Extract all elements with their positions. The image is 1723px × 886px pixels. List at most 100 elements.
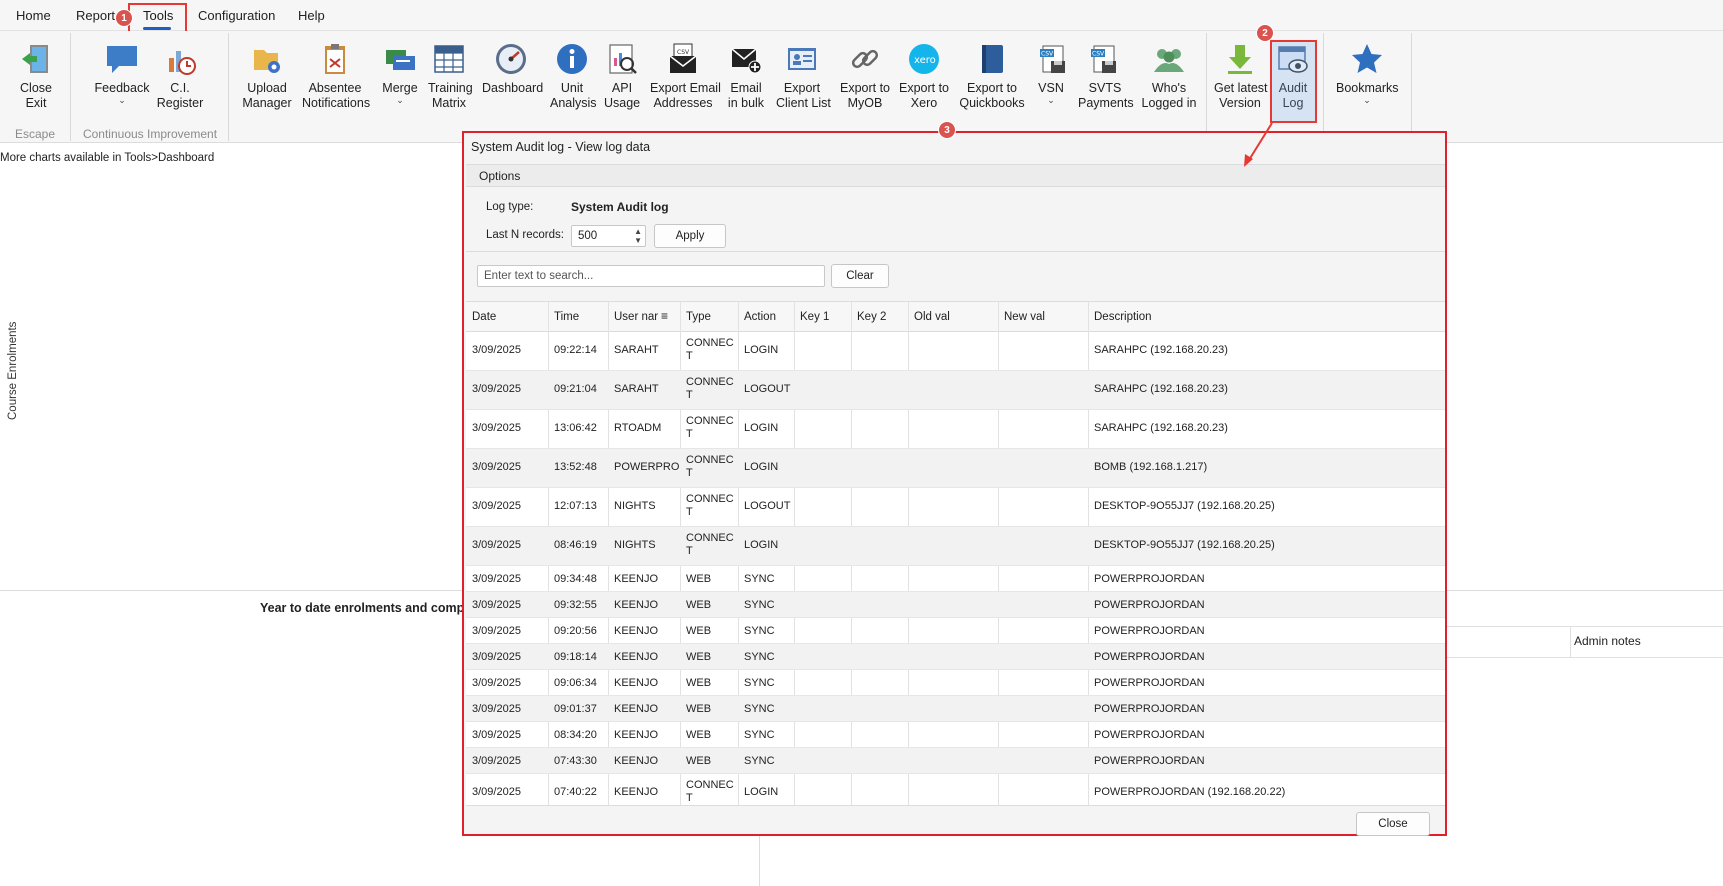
ribbon-separator	[228, 33, 229, 141]
cell-user: RTOADM	[614, 422, 662, 434]
search-input[interactable]: Enter text to search...	[477, 265, 825, 287]
options-menu[interactable]: Options	[479, 169, 520, 183]
cell-action: LOGIN	[744, 461, 779, 473]
filter-icon[interactable]: ≡	[661, 309, 668, 323]
vsn-button[interactable]: CSV VSN ⌄	[1036, 41, 1066, 105]
charts-info-text: More charts available in Tools>Dashboard	[0, 152, 215, 164]
table-row[interactable]: 3/09/2025 09:22:14 SARAHT CONNECT LOGIN SARAH…	[466, 332, 1445, 371]
merge-button[interactable]: Merge ⌄	[380, 41, 420, 105]
clipboard-icon	[317, 41, 353, 77]
get-latest-version-label: Get latest Version	[1214, 81, 1268, 110]
last-n-records-label: Last N records:	[486, 229, 564, 241]
cell-action: SYNC	[744, 625, 775, 637]
cell-action: SYNC	[744, 573, 775, 585]
menu-bar: Home Reports Tools Configuration Help	[0, 0, 1723, 31]
ribbon-separator	[1206, 33, 1207, 141]
cell-type: CONNECT	[686, 337, 734, 362]
divider	[466, 251, 1445, 252]
options-bar: Options	[466, 164, 1445, 187]
export-email-button[interactable]: CSV Export Email Addresses	[650, 41, 721, 111]
menu-home[interactable]: Home	[16, 8, 51, 23]
table-row[interactable]: 3/09/2025 12:07:13 NIGHTS CONNECT LOGOUT DESK…	[466, 488, 1445, 527]
cell-time: 08:34:20	[554, 729, 597, 741]
table-row[interactable]: 3/09/2025 13:52:48 POWERPRO CONNECT LOGIN BOM…	[466, 449, 1445, 488]
table-row[interactable]: 3/09/2025 09:06:34 KEENJO WEB SYNC POWERPROJO…	[466, 670, 1445, 696]
export-client-list-button[interactable]: Export Client List	[776, 41, 831, 111]
spinner-arrows-icon[interactable]: ▲ ▼	[634, 227, 642, 245]
cell-user: KEENJO	[614, 729, 659, 741]
table-row[interactable]: 3/09/2025 08:46:19 NIGHTS CONNECT LOGIN DESKT…	[466, 527, 1445, 566]
gauge-icon	[493, 41, 529, 77]
column-header[interactable]: Action	[744, 311, 776, 323]
column-header[interactable]: Key 2	[857, 311, 886, 323]
table-row[interactable]: 3/09/2025 09:21:04 SARAHT CONNECT LOGOUT SARA…	[466, 371, 1445, 410]
svts-payments-button[interactable]: CSV SVTS Payments	[1078, 41, 1134, 111]
column-header[interactable]: Key 1	[800, 311, 829, 323]
api-usage-label: API Usage	[604, 81, 641, 110]
table-header: Date Time User nar ≡ Type Action Key 1 Key 2 Old…	[466, 302, 1445, 332]
cell-action: LOGIN	[744, 786, 779, 798]
close-button[interactable]: Close	[1356, 812, 1430, 836]
cell-type: CONNECT	[686, 779, 734, 804]
table-row[interactable]: 3/09/2025 09:20:56 KEENJO WEB SYNC POWERPROJO…	[466, 618, 1445, 644]
close-exit-button[interactable]: Close Exit	[14, 41, 58, 111]
column-header[interactable]: Old val	[914, 311, 950, 323]
menu-help[interactable]: Help	[298, 8, 325, 23]
clear-button[interactable]: Clear	[831, 264, 889, 288]
cell-desc: POWERPROJORDAN (192.168.20.22)	[1094, 786, 1286, 798]
bookmarks-button[interactable]: Bookmarks ⌄	[1336, 41, 1399, 105]
feedback-label: Feedback	[94, 81, 150, 95]
chevron-down-icon: ⌄	[118, 95, 126, 105]
dialog-title: System Audit log - View log data	[471, 140, 651, 154]
matrix-grid-icon	[431, 41, 467, 77]
ci-register-button[interactable]: C.I. Register	[156, 41, 204, 111]
export-xero-button[interactable]: xero Export to Xero	[898, 41, 950, 111]
cell-date: 3/09/2025	[472, 383, 521, 395]
table-row[interactable]: 3/09/2025 13:06:42 RTOADM CONNECT LOGIN SARAH…	[466, 410, 1445, 449]
last-n-records-spinner[interactable]: 500 ▲ ▼	[571, 225, 646, 247]
column-header[interactable]: New val	[1004, 311, 1045, 323]
exit-door-icon	[18, 41, 54, 77]
column-header[interactable]: Time	[554, 311, 579, 323]
column-header[interactable]: Description	[1094, 311, 1152, 323]
api-usage-button[interactable]: API Usage	[604, 41, 640, 111]
table-row[interactable]: 3/09/2025 07:40:22 KEENJO CONNECT LOGIN POWER…	[466, 774, 1445, 805]
column-header[interactable]: User nar	[614, 311, 658, 323]
cell-action: SYNC	[744, 729, 775, 741]
unit-analysis-button[interactable]: Unit Analysis	[550, 41, 597, 111]
dashboard-button[interactable]: Dashboard	[482, 41, 543, 96]
column-header[interactable]: Type	[686, 311, 711, 323]
training-matrix-button[interactable]: Training Matrix	[428, 41, 473, 111]
chain-link-icon	[847, 41, 883, 77]
feedback-button[interactable]: Feedback ⌄	[94, 41, 150, 105]
absentee-notifications-button[interactable]: Absentee Notifications	[302, 41, 370, 111]
cell-type: WEB	[686, 599, 712, 611]
export-quickbooks-button[interactable]: Export to Quickbooks	[958, 41, 1026, 111]
cell-action: SYNC	[744, 651, 775, 663]
export-email-label: Export Email Addresses	[650, 81, 721, 110]
table-row[interactable]: 3/09/2025 09:34:48 KEENJO WEB SYNC POWERPROJO…	[466, 566, 1445, 592]
ribbon-separator	[70, 33, 71, 141]
table-row[interactable]: 3/09/2025 07:43:30 KEENJO WEB SYNC POWERPROJO…	[466, 748, 1445, 774]
email-in-bulk-label: Email in bulk	[727, 81, 765, 110]
column-header[interactable]: Date	[472, 311, 496, 323]
table-row[interactable]: 3/09/2025 09:01:37 KEENJO WEB SYNC POWERPROJO…	[466, 696, 1445, 722]
get-latest-version-button[interactable]: Get latest Version	[1214, 41, 1268, 111]
table-row[interactable]: 3/09/2025 09:32:55 KEENJO WEB SYNC POWERPROJO…	[466, 592, 1445, 618]
group-label-continuous-improvement: Continuous Improvement	[82, 127, 218, 141]
table-row[interactable]: 3/09/2025 08:34:20 KEENJO WEB SYNC POWERPROJO…	[466, 722, 1445, 748]
cell-date: 3/09/2025	[472, 599, 521, 611]
upload-manager-button[interactable]: Upload Manager	[242, 41, 292, 111]
last-n-records-value: 500	[578, 230, 598, 242]
export-myob-button[interactable]: Export to MyOB	[838, 41, 892, 111]
whos-logged-in-button[interactable]: Who's Logged in	[1140, 41, 1198, 111]
cell-action: LOGIN	[744, 539, 779, 551]
star-icon	[1349, 41, 1385, 77]
apply-button[interactable]: Apply	[654, 224, 726, 248]
menu-configuration[interactable]: Configuration	[198, 8, 275, 23]
cell-type: CONNECT	[686, 532, 734, 557]
speech-bubble-icon	[104, 41, 140, 77]
table-row[interactable]: 3/09/2025 09:18:14 KEENJO WEB SYNC POWERPROJO…	[466, 644, 1445, 670]
cell-action: SYNC	[744, 599, 775, 611]
email-in-bulk-button[interactable]: Email in bulk	[726, 41, 766, 111]
